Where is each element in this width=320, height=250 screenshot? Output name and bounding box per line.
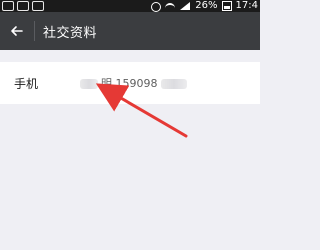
status-time: 17:4	[235, 0, 258, 11]
back-arrow-icon	[11, 26, 23, 36]
blurred-text-right	[160, 79, 187, 89]
signal-icon	[180, 1, 191, 11]
back-button[interactable]	[0, 12, 34, 50]
battery-percent: 26%	[195, 0, 218, 11]
image-icon	[17, 1, 29, 11]
status-bar-left-icons	[2, 0, 44, 12]
battery-icon	[221, 1, 232, 11]
status-bar-right: 26% 17:4	[150, 0, 258, 12]
status-bar: 26% 17:4	[0, 0, 260, 12]
notification-icon	[2, 1, 14, 11]
alarm-icon	[150, 1, 162, 12]
app-icon	[32, 1, 44, 11]
blurred-text-left	[80, 79, 98, 89]
nav-divider	[34, 21, 35, 41]
wifi-icon	[165, 1, 176, 11]
nav-bar: 社交资料	[0, 12, 260, 50]
phone-label: 手机	[14, 76, 39, 91]
empty-content-area	[0, 104, 260, 250]
phone-row[interactable]: 手机 明 159098	[0, 62, 260, 104]
phone-value: 明 159098	[78, 75, 187, 91]
page-title: 社交资料	[43, 25, 98, 41]
phone-value-text: 明 159098	[101, 77, 158, 90]
